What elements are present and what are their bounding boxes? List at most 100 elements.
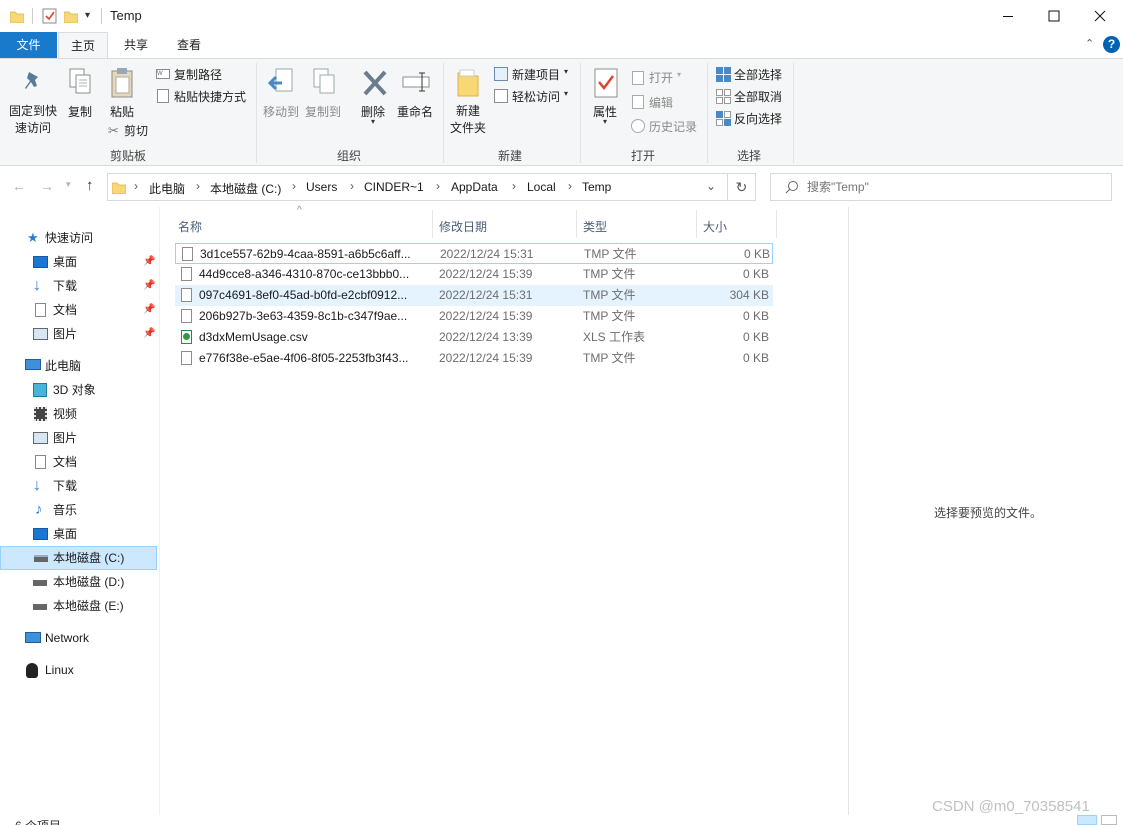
copy-to-button[interactable]: 复制到 xyxy=(305,103,341,120)
search-input[interactable] xyxy=(807,178,1097,196)
select-none-button[interactable]: 全部取消 xyxy=(734,88,782,105)
file-size: 0 KB xyxy=(742,330,769,344)
refresh-icon[interactable]: ↻ xyxy=(728,173,756,201)
tab-file[interactable]: 文件 xyxy=(0,32,57,58)
recent-locations-icon[interactable]: ▾ xyxy=(66,179,71,190)
sidebar-item-pictures-pc[interactable]: 图片 xyxy=(0,426,157,450)
easy-access-dropdown-icon[interactable]: ▾ xyxy=(564,89,568,98)
details-view-icon[interactable] xyxy=(1077,815,1097,825)
column-header-size[interactable]: 大小 xyxy=(703,216,763,238)
rename-button[interactable]: 重命名 xyxy=(397,103,433,120)
maximize-button[interactable] xyxy=(1031,0,1077,32)
table-row[interactable]: 206b927b-3e63-4359-8c1b-c347f9ae... 2022… xyxy=(175,306,773,327)
navigation-pane: ★ 快速访问 桌面 📌 ↓ 下载 📌 文档 📌 图片 📌 此电脑 3D 对象 视… xyxy=(0,207,160,819)
select-all-button[interactable]: 全部选择 xyxy=(734,66,782,83)
properties-dropdown-icon[interactable]: ▾ xyxy=(603,117,607,126)
sidebar-quick-access[interactable]: ★ 快速访问 xyxy=(0,226,157,250)
back-icon[interactable]: ← xyxy=(12,178,26,194)
table-row[interactable]: 3d1ce557-62b9-4caa-8591-a6b5c6aff... 202… xyxy=(175,243,773,264)
sidebar-item-documents-pc[interactable]: 文档 xyxy=(0,450,157,474)
copy-button[interactable]: 复制 xyxy=(68,103,92,120)
address-history-icon[interactable]: ⌄ xyxy=(706,179,716,193)
sidebar-this-pc[interactable]: 此电脑 xyxy=(0,354,157,378)
easy-access-button[interactable]: 轻松访问 xyxy=(512,88,560,105)
breadcrumb-user[interactable]: CINDER~1 xyxy=(364,180,424,194)
breadcrumb-temp[interactable]: Temp xyxy=(582,180,611,194)
customize-quick-access-icon[interactable]: ▾ xyxy=(85,8,95,24)
sidebar-item-drive-c[interactable]: 本地磁盘 (C:) xyxy=(0,546,157,570)
breadcrumb-separator[interactable]: › xyxy=(436,179,440,193)
move-to-button[interactable]: 移动到 xyxy=(263,103,299,120)
open-button[interactable]: 打开 xyxy=(649,69,673,86)
breadcrumb-this-pc[interactable]: 此电脑 xyxy=(149,180,185,197)
sidebar-item-desktop[interactable]: 桌面 📌 xyxy=(0,250,157,274)
pin-icon[interactable]: 📌 xyxy=(143,298,155,322)
search-box[interactable] xyxy=(770,173,1112,201)
sidebar-item-drive-d[interactable]: 本地磁盘 (D:) xyxy=(0,570,157,594)
table-row[interactable]: 44d9cce8-a346-4310-870c-ce13bbb0... 2022… xyxy=(175,264,773,285)
forward-icon[interactable]: → xyxy=(40,178,54,194)
new-item-button[interactable]: 新建项目 xyxy=(512,66,560,83)
column-divider[interactable] xyxy=(776,210,777,238)
breadcrumb-local[interactable]: Local xyxy=(527,180,556,194)
group-separator xyxy=(793,63,794,163)
copy-path-button[interactable]: 复制路径 xyxy=(174,66,222,83)
pin-icon[interactable]: 📌 xyxy=(143,322,155,346)
breadcrumb-separator[interactable]: › xyxy=(196,179,200,193)
column-divider[interactable] xyxy=(432,210,433,238)
column-header-name[interactable]: 名称 xyxy=(178,216,428,238)
delete-dropdown-icon[interactable]: ▾ xyxy=(371,117,375,126)
breadcrumb-users[interactable]: Users xyxy=(306,180,337,194)
pin-icon[interactable]: 📌 xyxy=(143,250,155,274)
table-row[interactable]: 097c4691-8ef0-45ad-b0fd-e2cbf0912... 202… xyxy=(175,285,773,306)
paste-button[interactable]: 粘贴 xyxy=(110,103,134,120)
invert-selection-button[interactable]: 反向选择 xyxy=(734,110,782,127)
breadcrumb-appdata[interactable]: AppData xyxy=(451,180,498,194)
breadcrumb-separator[interactable]: › xyxy=(512,179,516,193)
open-dropdown-icon[interactable]: ▾ xyxy=(677,70,681,79)
column-header-date[interactable]: 修改日期 xyxy=(439,216,569,238)
sidebar-network[interactable]: Network xyxy=(0,626,157,650)
cut-button[interactable]: 剪切 xyxy=(124,122,148,139)
sidebar-item-documents[interactable]: 文档 📌 xyxy=(0,298,157,322)
sidebar-item-drive-e[interactable]: 本地磁盘 (E:) xyxy=(0,594,157,618)
paste-shortcut-button[interactable]: 粘贴快捷方式 xyxy=(174,88,246,105)
new-folder-quick-icon[interactable] xyxy=(63,9,79,24)
sidebar-item-3d-objects[interactable]: 3D 对象 xyxy=(0,378,157,402)
large-icons-view-icon[interactable] xyxy=(1101,815,1117,825)
breadcrumb-separator[interactable]: › xyxy=(350,179,354,193)
tab-home[interactable]: 主页 xyxy=(58,32,108,59)
pin-icon[interactable]: 📌 xyxy=(143,274,155,298)
up-icon[interactable]: ↑ xyxy=(86,177,94,194)
breadcrumb-separator[interactable]: › xyxy=(292,179,296,193)
new-folder-button[interactable]: 新建 文件夹 xyxy=(450,103,486,137)
pin-to-quick-access-button[interactable]: 固定到快 速访问 xyxy=(8,103,58,137)
close-button[interactable] xyxy=(1077,0,1123,32)
collapse-ribbon-icon[interactable]: ⌃ xyxy=(1085,37,1094,50)
minimize-button[interactable] xyxy=(985,0,1031,32)
new-item-dropdown-icon[interactable]: ▾ xyxy=(564,67,568,76)
sidebar-item-desktop-pc[interactable]: 桌面 xyxy=(0,522,157,546)
sidebar-item-music[interactable]: ♪ 音乐 xyxy=(0,498,157,522)
breadcrumb-local-disk[interactable]: 本地磁盘 (C:) xyxy=(210,180,281,197)
column-divider[interactable] xyxy=(576,210,577,238)
column-divider[interactable] xyxy=(696,210,697,238)
sidebar-item-videos[interactable]: 视频 xyxy=(0,402,157,426)
tab-view[interactable]: 查看 xyxy=(165,32,213,58)
table-row[interactable]: d3dxMemUsage.csv 2022/12/24 13:39 XLS 工作… xyxy=(175,327,773,348)
address-bar[interactable]: › 此电脑 › 本地磁盘 (C:) › Users › CINDER~1 › A… xyxy=(107,173,728,201)
desktop-icon xyxy=(33,256,48,268)
breadcrumb-separator[interactable]: › xyxy=(568,179,572,193)
properties-quick-icon[interactable] xyxy=(42,8,58,24)
history-button[interactable]: 历史记录 xyxy=(649,118,697,135)
sidebar-item-downloads-pc[interactable]: ↓ 下载 xyxy=(0,474,157,498)
breadcrumb-separator[interactable]: › xyxy=(134,179,138,193)
help-icon[interactable]: ? xyxy=(1103,36,1120,53)
sidebar-item-downloads[interactable]: ↓ 下载 📌 xyxy=(0,274,157,298)
table-row[interactable]: e776f38e-e5ae-4f06-8f05-2253fb3f43... 20… xyxy=(175,348,773,369)
tab-share[interactable]: 共享 xyxy=(112,32,160,58)
column-header-type[interactable]: 类型 xyxy=(583,216,683,238)
sidebar-linux[interactable]: Linux xyxy=(0,658,157,682)
sidebar-item-pictures[interactable]: 图片 📌 xyxy=(0,322,157,346)
edit-button[interactable]: 编辑 xyxy=(649,94,673,111)
